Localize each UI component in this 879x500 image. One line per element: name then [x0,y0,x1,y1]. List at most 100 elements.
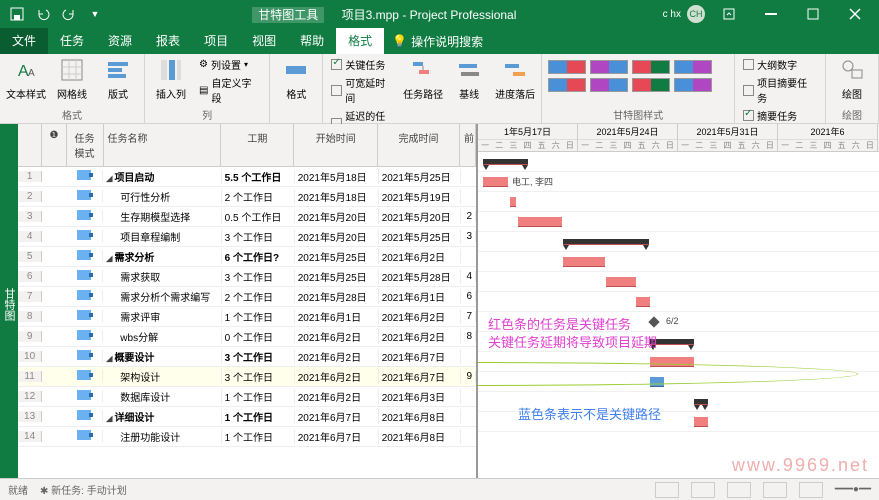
close-icon[interactable] [837,0,873,28]
manual-mode-icon [77,390,91,400]
table-row[interactable]: 12数据库设计1 个工作日2021年6月2日2021年6月3日 [18,387,476,407]
group-label-drawings: 绘图 [832,106,872,123]
gantt-bar[interactable] [483,159,528,165]
manual-mode-icon [77,330,91,340]
col-info[interactable]: ❶ [42,124,66,166]
view-side-tab[interactable]: 甘特图 [0,124,18,484]
group-label-columns: 列 [151,106,263,123]
gantt-style-swatch[interactable] [674,78,712,92]
table-row[interactable]: 10概要设计3 个工作日2021年6月2日2021年6月7日 [18,347,476,367]
gantt-bar[interactable] [636,297,650,307]
manual-mode-icon [77,230,91,240]
col-predecessor[interactable]: 前 [460,124,476,166]
table-row[interactable]: 6需求获取3 个工作日2021年5月25日2021年5月28日4 [18,267,476,287]
table-row[interactable]: 2可行性分析2 个工作日2021年5月18日2021年5月19日 [18,187,476,207]
tab-file[interactable]: 文件 [0,28,48,54]
gridlines-button[interactable]: 网格线 [52,56,92,101]
baseline-button[interactable]: 基线 [449,56,489,101]
table-row[interactable]: 7需求分析个需求编写2 个工作日2021年5月28日2021年6月1日6 [18,287,476,307]
gantt-style-swatch[interactable] [590,78,628,92]
tab-help[interactable]: 帮助 [288,28,336,54]
col-finish[interactable]: 完成时间 [378,124,460,166]
table-row[interactable]: 5需求分析6 个工作日?2021年5月25日2021年6月2日 [18,247,476,267]
manual-mode-icon [77,350,91,360]
layout-button[interactable]: 版式 [98,56,138,101]
maximize-icon[interactable] [795,0,831,28]
tab-format[interactable]: 格式 [336,28,384,54]
tell-me[interactable]: 💡操作说明搜索 [384,33,491,50]
ribbon: AA文本样式 网格线 版式 格式 插入列 ⚙列设置▾ ▤自定义字段 列 格式 关… [0,54,879,124]
gantt-style-swatch[interactable] [632,78,670,92]
table-row[interactable]: 4项目章程编制3 个工作日2021年5月20日2021年5月25日3 [18,227,476,247]
custom-fields-button[interactable]: ▤自定义字段 [197,74,263,106]
drawings-button[interactable]: 绘图 [832,56,872,101]
annotation-critical-2: 关键任务延期将导致项目延期 [488,332,657,351]
table-row[interactable]: 8需求评审1 个工作日2021年6月1日2021年6月2日7 [18,307,476,327]
checkbox-icon [743,59,754,70]
insert-column-button[interactable]: 插入列 [151,56,191,101]
bar-format-button[interactable]: 格式 [276,56,316,101]
view-report-icon[interactable] [799,482,823,498]
col-name[interactable]: 任务名称 [104,124,222,166]
user-name: c hx [663,9,681,20]
gantt-bar[interactable]: 电工, 李四 [483,177,508,187]
view-team-icon[interactable] [727,482,751,498]
view-sheet-icon[interactable] [763,482,787,498]
tab-project[interactable]: 项目 [192,28,240,54]
gantt-style-swatch[interactable] [674,60,712,74]
critical-tasks-checkbox[interactable]: 关键任务 [329,56,397,73]
table-row[interactable]: 9wbs分解0 个工作日2021年6月2日2021年6月2日8 [18,327,476,347]
task-path-button[interactable]: 任务路径 [403,56,443,101]
qat-dropdown-icon[interactable]: ▼ [84,3,106,25]
manual-mode-icon [77,270,91,280]
gantt-bar[interactable] [518,217,562,227]
slack-checkbox[interactable]: 可宽延时间 [329,74,397,106]
text-styles-button[interactable]: AA文本样式 [6,56,46,101]
summary-tasks-checkbox[interactable]: 摘要任务 [741,107,819,124]
table-row[interactable]: 14注册功能设计1 个工作日2021年6月7日2021年6月8日 [18,427,476,447]
gantt-chart[interactable]: 1年5月17日一二三四五六日2021年5月24日一二三四五六日2021年5月31… [478,124,879,484]
column-settings-button[interactable]: ⚙列设置▾ [197,56,263,73]
lightbulb-icon: 💡 [392,34,407,48]
checkbox-icon [331,59,342,70]
gantt-bar[interactable] [606,277,636,287]
annotation-critical: 红色条的任务是关键任务 [488,314,631,333]
gantt-style-swatch[interactable] [632,60,670,74]
table-row[interactable]: 11架构设计3 个工作日2021年6月2日2021年6月7日9 [18,367,476,387]
redo-icon[interactable] [58,3,80,25]
tab-task[interactable]: 任务 [48,28,96,54]
outline-number-checkbox[interactable]: 大纲数字 [741,56,819,73]
table-row[interactable]: 3生存期模型选择0.5 个工作日2021年5月20日2021年5月20日2 [18,207,476,227]
gantt-style-swatch[interactable] [590,60,628,74]
annotation-noncritical: 蓝色条表示不是关键路径 [518,404,661,423]
project-summary-checkbox[interactable]: 项目摘要任务 [741,74,819,106]
gantt-bar[interactable] [694,399,708,405]
col-mode[interactable]: 任务模式 [67,124,104,166]
undo-icon[interactable] [32,3,54,25]
gantt-style-swatch[interactable] [548,78,586,92]
zoom-slider[interactable]: ━━━●━━ [835,484,871,495]
table-row[interactable]: 1项目启动5.5 个工作日2021年5月18日2021年5月25日 [18,167,476,187]
col-duration[interactable]: 工期 [221,124,294,166]
view-gantt-icon[interactable] [655,482,679,498]
ribbon-tabs: 文件 任务 资源 报表 项目 视图 帮助 格式 💡操作说明搜索 [0,28,879,54]
col-start[interactable]: 开始时间 [294,124,378,166]
manual-mode-icon [77,170,91,180]
minimize-icon[interactable] [753,0,789,28]
gantt-bar[interactable] [563,257,605,267]
table-row[interactable]: 13详细设计1 个工作日2021年6月7日2021年6月8日 [18,407,476,427]
status-new-task[interactable]: ✱ 新任务: 手动计划 [40,482,127,497]
slippage-button[interactable]: 进度落后 [495,56,535,101]
tab-view[interactable]: 视图 [240,28,288,54]
gantt-bar[interactable] [694,417,708,427]
save-icon[interactable] [6,3,28,25]
ribbon-collapse-icon[interactable] [711,0,747,28]
gantt-bar[interactable] [563,239,649,245]
gantt-bar[interactable] [510,197,516,207]
view-usage-icon[interactable] [691,482,715,498]
gantt-style-swatch[interactable] [548,60,586,74]
avatar[interactable]: CH [687,5,705,23]
tab-resource[interactable]: 资源 [96,28,144,54]
milestone-icon[interactable] [648,316,659,327]
tab-report[interactable]: 报表 [144,28,192,54]
